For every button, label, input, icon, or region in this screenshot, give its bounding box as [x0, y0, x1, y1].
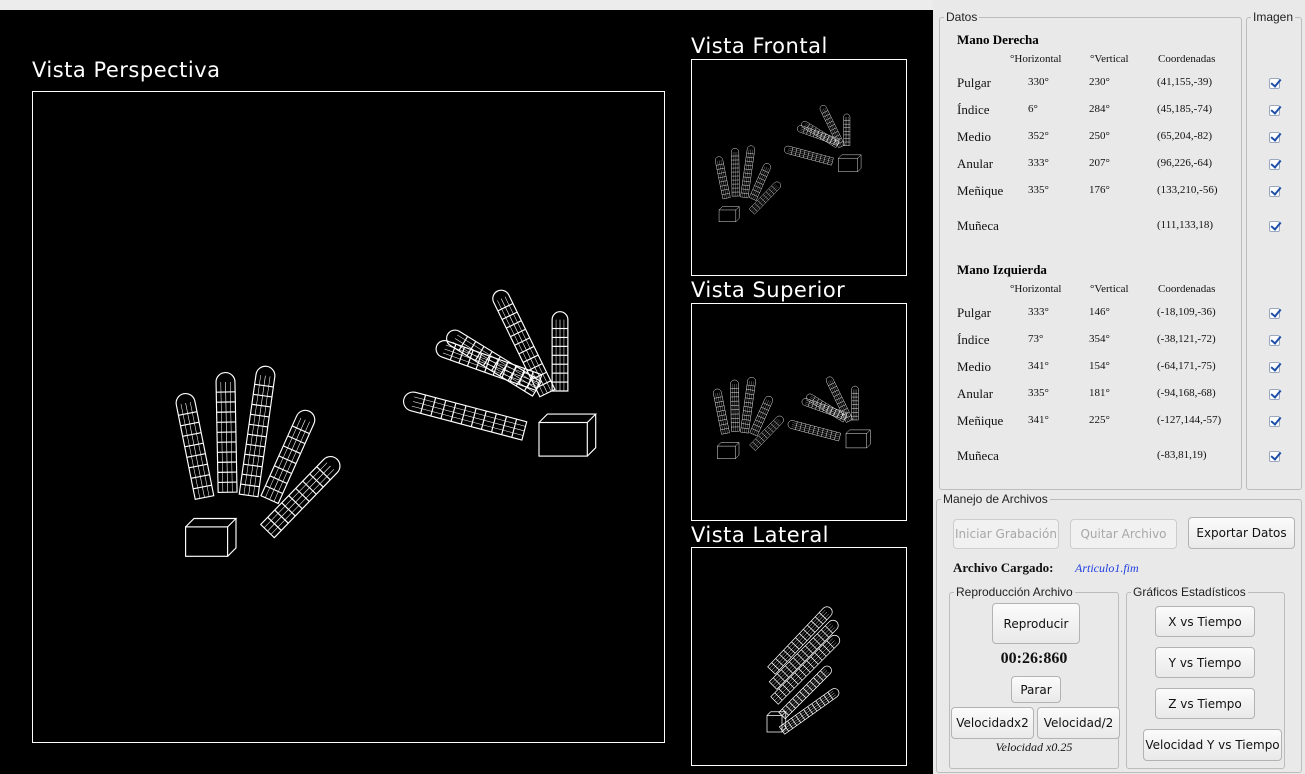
vertical-angle: 225°: [1089, 414, 1110, 426]
coordinates-value: (41,155,-39): [1157, 76, 1212, 88]
horizontal-angle: 341°: [1028, 414, 1049, 426]
show-in-image-checkbox[interactable]: [1269, 451, 1280, 462]
charts-legend: Gráficos Estadísticos: [1133, 585, 1246, 599]
col-coordinates-header: Coordenadas: [1158, 53, 1216, 65]
col-horizontal-header: °Horizontal: [1010, 283, 1062, 295]
vertical-angle: 284°: [1089, 103, 1110, 115]
y-vs-time-button[interactable]: Y vs Tiempo: [1155, 647, 1255, 678]
show-in-image-checkbox[interactable]: [1269, 308, 1280, 319]
finger-label: Meñique: [957, 413, 1004, 428]
playback-legend: Reproducción Archivo: [956, 585, 1073, 599]
export-data-button[interactable]: Exportar Datos: [1188, 517, 1295, 549]
frontal-hands-render: [715, 105, 862, 222]
finger-label: Meñique: [957, 183, 1004, 198]
horizontal-angle: 73°: [1028, 333, 1044, 345]
coordinates-value: (65,204,-82): [1157, 130, 1212, 142]
speed-indicator: Velocidad x0.25: [995, 740, 1073, 754]
lateral-hands-render: [766, 606, 841, 735]
horizontal-angle: 6°: [1028, 103, 1038, 115]
imagen-legend: Imagen: [1253, 10, 1294, 24]
control-panel: Datos Imagen Mano Derecha °Horizontal °Ver…: [933, 0, 1305, 774]
show-in-image-checkbox[interactable]: [1269, 105, 1280, 116]
vertical-angle: 181°: [1089, 387, 1110, 399]
coordinates-value: (-83,81,19): [1157, 449, 1207, 461]
z-vs-time-button[interactable]: Z vs Tiempo: [1155, 688, 1255, 719]
coordinates-value: (-38,121,-72): [1157, 333, 1216, 345]
frontal-view-title: Vista Frontal: [691, 34, 828, 58]
perspective-viewport[interactable]: [32, 91, 665, 743]
lateral-view-title: Vista Lateral: [691, 523, 830, 547]
horizontal-angle: 330°: [1028, 76, 1049, 88]
show-in-image-checkbox[interactable]: [1269, 221, 1280, 232]
vertical-angle: 354°: [1089, 333, 1110, 345]
vertical-angle: 146°: [1089, 306, 1110, 318]
finger-label: Anular: [957, 386, 994, 401]
vertical-angle: 250°: [1089, 130, 1110, 142]
superior-viewport[interactable]: [691, 303, 907, 521]
finger-label: Medio: [957, 129, 991, 144]
playback-time: 00:26:860: [1000, 650, 1068, 667]
col-vertical-header: °Vertical: [1090, 283, 1129, 295]
coordinates-value: (-18,109,-36): [1157, 306, 1216, 318]
vertical-angle: 230°: [1089, 76, 1110, 88]
show-in-image-checkbox[interactable]: [1269, 389, 1280, 400]
right-hand-title: Mano Derecha: [957, 32, 1039, 47]
show-in-image-checkbox[interactable]: [1269, 335, 1280, 346]
vertical-angle: 154°: [1089, 360, 1110, 372]
show-in-image-checkbox[interactable]: [1269, 159, 1280, 170]
perspective-view-title: Vista Perspectiva: [32, 58, 221, 82]
loaded-file-name[interactable]: Articulo1.fim: [1075, 561, 1139, 576]
coordinates-value: (-64,171,-75): [1157, 360, 1216, 372]
coordinates-value: (96,226,-64): [1157, 157, 1212, 169]
vertical-angle: 207°: [1089, 157, 1110, 169]
left-hand-title: Mano Izquierda: [957, 262, 1047, 277]
stop-button[interactable]: Parar: [1011, 676, 1061, 703]
coordinates-value: (111,133,18): [1157, 219, 1214, 231]
velocity-y-vs-time-button[interactable]: Velocidad Y vs Tiempo: [1143, 729, 1282, 761]
file-management-legend: Manejo de Archivos: [943, 492, 1048, 506]
show-in-image-checkbox[interactable]: [1269, 78, 1280, 89]
horizontal-angle: 352°: [1028, 130, 1049, 142]
superior-hands-render: [713, 376, 871, 459]
col-coordinates-header: Coordenadas: [1158, 283, 1216, 295]
coordinates-value: (45,185,-74): [1157, 103, 1212, 115]
horizontal-angle: 333°: [1028, 157, 1049, 169]
finger-label: Anular: [957, 156, 994, 171]
show-in-image-checkbox[interactable]: [1269, 416, 1280, 427]
finger-label: Medio: [957, 359, 991, 374]
finger-label: Muñeca: [957, 448, 999, 463]
x-vs-time-button[interactable]: X vs Tiempo: [1155, 606, 1255, 637]
datos-legend: Datos: [946, 10, 978, 24]
speed-half-button[interactable]: Velocidad/2: [1037, 707, 1120, 739]
finger-label: Índice: [957, 102, 990, 117]
perspective-hands-render: [175, 289, 598, 557]
superior-view-title: Vista Superior: [691, 278, 846, 302]
horizontal-angle: 335°: [1028, 184, 1049, 196]
horizontal-angle: 341°: [1028, 360, 1049, 372]
show-in-image-checkbox[interactable]: [1269, 186, 1280, 197]
finger-label: Pulgar: [957, 305, 991, 320]
col-horizontal-header: °Horizontal: [1010, 53, 1062, 65]
lateral-viewport[interactable]: [691, 547, 907, 766]
finger-label: Pulgar: [957, 75, 991, 90]
horizontal-angle: 333°: [1028, 306, 1049, 318]
horizontal-angle: 335°: [1028, 387, 1049, 399]
render-canvas[interactable]: Vista Perspectiva Vista Frontal Vista Su…: [0, 10, 933, 774]
col-vertical-header: °Vertical: [1090, 53, 1129, 65]
coordinates-value: (133,210,-56): [1157, 184, 1218, 196]
show-in-image-checkbox[interactable]: [1269, 132, 1280, 143]
finger-label: Índice: [957, 332, 990, 347]
coordinates-value: (-94,168,-68): [1157, 387, 1216, 399]
loaded-file-label: Archivo Cargado:: [953, 560, 1054, 575]
start-recording-button[interactable]: Iniciar Grabación: [953, 519, 1059, 549]
speed-x2-button[interactable]: Velocidadx2: [951, 707, 1034, 739]
remove-file-button[interactable]: Quitar Archivo: [1070, 519, 1177, 549]
coordinates-value: (-127,144,-57): [1157, 414, 1222, 426]
play-button[interactable]: Reproducir: [992, 603, 1080, 644]
show-in-image-checkbox[interactable]: [1269, 362, 1280, 373]
frontal-viewport[interactable]: [691, 59, 907, 276]
vertical-angle: 176°: [1089, 184, 1110, 196]
finger-label: Muñeca: [957, 218, 999, 233]
